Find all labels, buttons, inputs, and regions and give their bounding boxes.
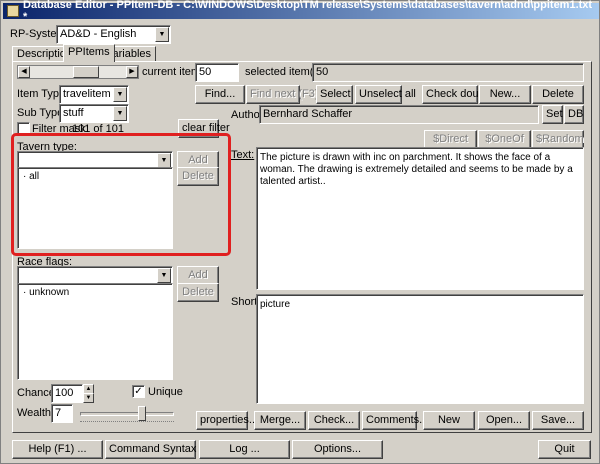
chance-spinner[interactable]: ▲ ▼ bbox=[83, 384, 94, 403]
rp-system-value: AD&D - English bbox=[60, 28, 137, 40]
title-bar: Database Editor - PPItem-DB - C:\WINDOWS… bbox=[3, 0, 599, 23]
spin-down-icon[interactable]: ▼ bbox=[83, 393, 94, 403]
chevron-down-icon[interactable]: ▼ bbox=[157, 153, 171, 168]
race-delete-button[interactable]: Delete bbox=[177, 283, 219, 302]
check-button[interactable]: Check... bbox=[308, 411, 360, 430]
race-flags-list[interactable]: · unknown bbox=[17, 283, 173, 380]
wealth-slider[interactable] bbox=[78, 404, 176, 423]
tab-ppitems[interactable]: PPItems bbox=[63, 44, 115, 62]
slider-ticks bbox=[80, 421, 174, 423]
tavern-type-item-label: all bbox=[29, 171, 40, 182]
filter-mask-checkbox[interactable] bbox=[17, 122, 30, 135]
db-button[interactable]: DB bbox=[564, 105, 584, 124]
text-label: Text: bbox=[231, 149, 255, 161]
select-button[interactable]: Select bbox=[316, 85, 353, 104]
unique-checkbox[interactable]: ✓ bbox=[132, 385, 145, 398]
text-area[interactable]: The picture is drawn with inc on parchme… bbox=[256, 147, 584, 290]
filter-mask-count: 101 of 101 bbox=[72, 123, 124, 135]
merge-button[interactable]: Merge... bbox=[254, 411, 306, 430]
chevron-down-icon[interactable]: ▼ bbox=[113, 106, 127, 121]
sub-type-value: stuff bbox=[63, 107, 84, 119]
open-button[interactable]: Open... bbox=[478, 411, 530, 430]
scroll-left-icon[interactable]: ◀ bbox=[18, 66, 30, 78]
race-flags-item-label: unknown bbox=[29, 287, 70, 298]
tavern-delete-button[interactable]: Delete bbox=[177, 167, 219, 186]
tavern-type-list[interactable]: · all bbox=[17, 167, 173, 249]
item-scrollbar[interactable]: ◀ ▶ bbox=[17, 65, 139, 79]
app-icon bbox=[7, 5, 19, 17]
command-syntax-button[interactable]: Command Syntax (F2) ... bbox=[105, 440, 232, 459]
check-double-button[interactable]: Check double bbox=[422, 85, 493, 104]
unselect-all-button[interactable]: Unselect all bbox=[355, 85, 416, 104]
sub-type-select[interactable]: stuff ▼ bbox=[59, 104, 129, 123]
options-button[interactable]: Options... bbox=[292, 440, 383, 459]
list-item[interactable]: · all bbox=[23, 171, 39, 183]
slider-track bbox=[80, 412, 174, 416]
tab-ppitems-label: PPItems bbox=[68, 46, 110, 58]
clear-filter-button[interactable]: clear filter bbox=[178, 119, 230, 138]
rp-system-select[interactable]: AD&D - English ▼ bbox=[56, 25, 171, 44]
scroll-thumb[interactable] bbox=[73, 66, 99, 78]
comments-button[interactable]: Comments... bbox=[362, 411, 428, 430]
quit-button[interactable]: Quit bbox=[538, 440, 591, 459]
slider-thumb[interactable] bbox=[137, 406, 146, 421]
list-item[interactable]: · unknown bbox=[23, 287, 69, 299]
checkmark-icon: ✓ bbox=[134, 386, 143, 397]
chevron-down-icon[interactable]: ▼ bbox=[155, 27, 169, 42]
properties-button[interactable]: properties... bbox=[196, 411, 258, 430]
unique-label: Unique bbox=[148, 386, 183, 398]
save-button[interactable]: Save... bbox=[532, 411, 584, 430]
short-area[interactable]: picture bbox=[256, 294, 584, 404]
find-next-button[interactable]: Find next (F3) bbox=[246, 85, 318, 104]
new-file-button[interactable]: New bbox=[423, 411, 475, 430]
new-item-button[interactable]: New... bbox=[479, 85, 531, 104]
database-editor-window: Database Editor - PPItem-DB - C:\WINDOWS… bbox=[0, 0, 600, 464]
chevron-down-icon[interactable]: ▼ bbox=[113, 87, 127, 102]
delete-item-button[interactable]: Delete bbox=[532, 85, 584, 104]
chevron-down-icon[interactable]: ▼ bbox=[157, 268, 171, 283]
wealth-label: Wealth: bbox=[17, 407, 55, 419]
author-field: Bernhard Schaffer bbox=[259, 105, 539, 124]
wealth-field[interactable]: 7 bbox=[51, 404, 73, 423]
item-type-value: travelitem bbox=[63, 88, 111, 100]
help-button[interactable]: Help (F1) ... bbox=[12, 440, 103, 459]
set-author-button[interactable]: Set bbox=[542, 105, 563, 124]
find-button[interactable]: Find... bbox=[195, 85, 245, 104]
item-type-select[interactable]: travelitem ▼ bbox=[59, 85, 129, 104]
selected-items-field: 50 bbox=[312, 63, 584, 82]
current-item-field[interactable]: 50 bbox=[195, 63, 239, 82]
log-button[interactable]: Log ... bbox=[199, 440, 290, 459]
window-title: Database Editor - PPItem-DB - C:\WINDOWS… bbox=[23, 0, 593, 23]
chance-field[interactable]: 100 bbox=[51, 384, 83, 403]
scroll-right-icon[interactable]: ▶ bbox=[126, 66, 138, 78]
